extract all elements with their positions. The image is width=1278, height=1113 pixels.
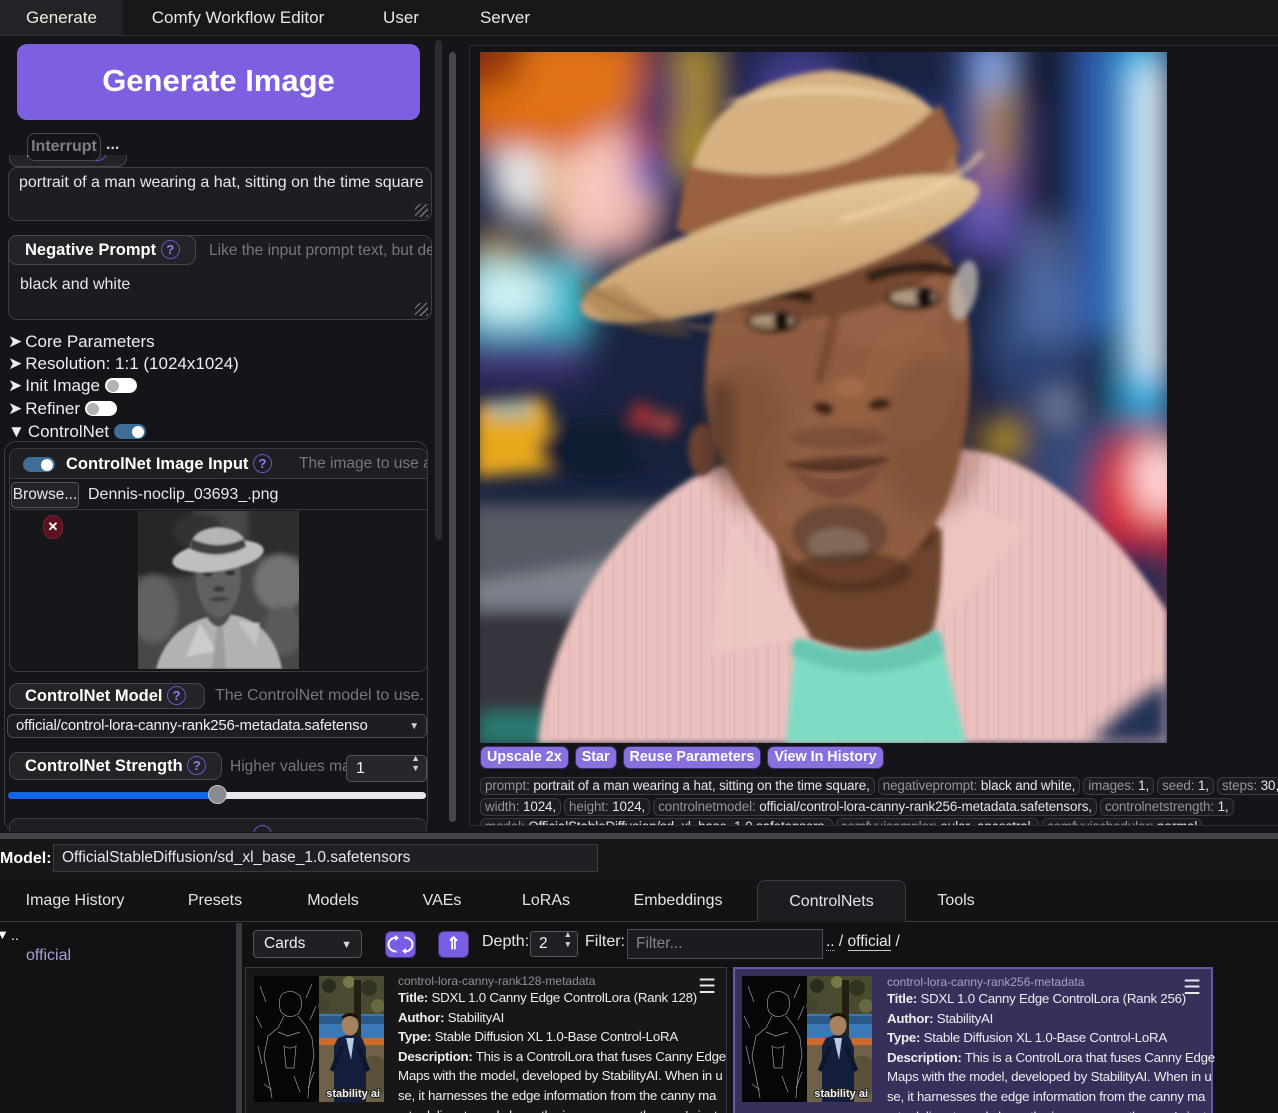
svg-text:stability ai: stability ai [326,1088,380,1100]
svg-text:stability ai: stability ai [814,1088,868,1100]
